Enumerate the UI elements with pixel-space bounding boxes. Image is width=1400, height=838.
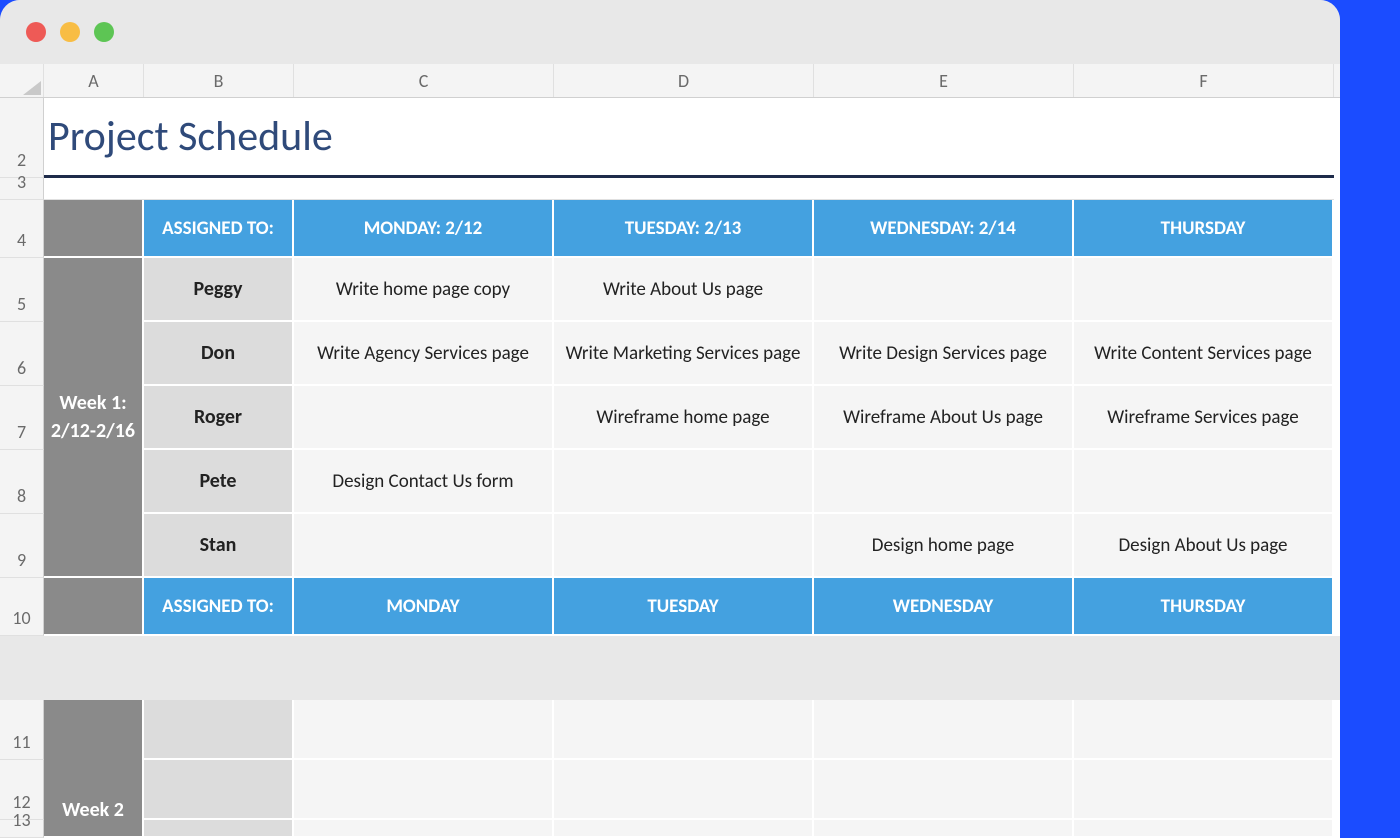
cell-stan-mon[interactable]: [294, 514, 554, 578]
week2-cell-1-mon[interactable]: [294, 700, 554, 760]
row-header-11[interactable]: 11: [0, 700, 44, 760]
assignee-stan[interactable]: Stan: [144, 514, 294, 578]
week2-cell-3-tue[interactable]: [554, 820, 814, 838]
assignee-peggy[interactable]: Peggy: [144, 258, 294, 322]
row-header-7[interactable]: 7: [0, 386, 44, 450]
week2-label[interactable]: Week 2: [44, 700, 144, 838]
cell-peggy-mon[interactable]: Write home page copy: [294, 258, 554, 322]
row-header-9[interactable]: 9: [0, 514, 44, 578]
week2-header-assigned[interactable]: ASSIGNED TO:: [144, 578, 294, 636]
spreadsheet: A B C D E F 2 Project Schedule 3 4 ASSIG…: [0, 64, 1340, 636]
week2-header-wed[interactable]: WEDNESDAY: [814, 578, 1074, 636]
cell-roger-mon[interactable]: [294, 386, 554, 450]
week2-cell-1-thu[interactable]: [1074, 700, 1334, 760]
column-header-b[interactable]: B: [144, 64, 294, 97]
cell-don-thu[interactable]: Write Content Services page: [1074, 322, 1334, 386]
cell-stan-thu[interactable]: Design About Us page: [1074, 514, 1334, 578]
week2-header-tue[interactable]: TUESDAY: [554, 578, 814, 636]
cell-peggy-wed[interactable]: [814, 258, 1074, 322]
week2-header-mon[interactable]: MONDAY: [294, 578, 554, 636]
week1-header-tue[interactable]: TUESDAY: 2/13: [554, 200, 814, 258]
cell-stan-wed[interactable]: Design home page: [814, 514, 1074, 578]
week2-cell-2-thu[interactable]: [1074, 760, 1334, 820]
column-header-a[interactable]: A: [44, 64, 144, 97]
week2-assignee-1[interactable]: [144, 700, 294, 760]
spacer-row[interactable]: [44, 178, 1334, 200]
select-all-corner[interactable]: [0, 64, 44, 97]
column-header-f[interactable]: F: [1074, 64, 1334, 97]
cell-pete-mon[interactable]: Design Contact Us form: [294, 450, 554, 514]
week1-header-assigned[interactable]: ASSIGNED TO:: [144, 200, 294, 258]
week1-corner-blank[interactable]: [44, 200, 144, 258]
app-window: A B C D E F 2 Project Schedule 3 4 ASSIG…: [0, 0, 1340, 700]
week2-cell-2-tue[interactable]: [554, 760, 814, 820]
minimize-icon[interactable]: [60, 22, 80, 42]
week2-cell-2-mon[interactable]: [294, 760, 554, 820]
week2-corner-blank[interactable]: [44, 578, 144, 636]
row-header-8[interactable]: 8: [0, 450, 44, 514]
cell-roger-thu[interactable]: Wireframe Services page: [1074, 386, 1334, 450]
spreadsheet-overflow: 11 Week 2 12 13: [0, 700, 1340, 838]
week2-cell-3-mon[interactable]: [294, 820, 554, 838]
cell-peggy-thu[interactable]: [1074, 258, 1334, 322]
week2-cell-1-tue[interactable]: [554, 700, 814, 760]
week1-header-wed[interactable]: WEDNESDAY: 2/14: [814, 200, 1074, 258]
cell-pete-thu[interactable]: [1074, 450, 1334, 514]
row-header-10[interactable]: 10: [0, 578, 44, 636]
week1-header-thu[interactable]: THURSDAY: [1074, 200, 1334, 258]
cell-don-wed[interactable]: Write Design Services page: [814, 322, 1074, 386]
row-header-6[interactable]: 6: [0, 322, 44, 386]
week1-header-mon[interactable]: MONDAY: 2/12: [294, 200, 554, 258]
cell-pete-tue[interactable]: [554, 450, 814, 514]
week2-cell-1-wed[interactable]: [814, 700, 1074, 760]
row-header-13[interactable]: 13: [0, 820, 44, 838]
cell-don-mon[interactable]: Write Agency Services page: [294, 322, 554, 386]
week2-cell-3-wed[interactable]: [814, 820, 1074, 838]
window-titlebar: [0, 0, 1340, 64]
assignee-pete[interactable]: Pete: [144, 450, 294, 514]
cell-roger-tue[interactable]: Wireframe home page: [554, 386, 814, 450]
row-header-2[interactable]: 2: [0, 98, 44, 178]
column-header-d[interactable]: D: [554, 64, 814, 97]
column-header-e[interactable]: E: [814, 64, 1074, 97]
week2-cell-3-thu[interactable]: [1074, 820, 1334, 838]
week2-header-thu[interactable]: THURSDAY: [1074, 578, 1334, 636]
cell-pete-wed[interactable]: [814, 450, 1074, 514]
assignee-don[interactable]: Don: [144, 322, 294, 386]
cell-peggy-tue[interactable]: Write About Us page: [554, 258, 814, 322]
column-header-c[interactable]: C: [294, 64, 554, 97]
week2-cell-2-wed[interactable]: [814, 760, 1074, 820]
row-header-5[interactable]: 5: [0, 258, 44, 322]
week1-label[interactable]: Week 1: 2/12-2/16: [44, 258, 144, 578]
cell-stan-tue[interactable]: [554, 514, 814, 578]
week2-assignee-2[interactable]: [144, 760, 294, 820]
column-header-row: A B C D E F: [0, 64, 1340, 98]
maximize-icon[interactable]: [94, 22, 114, 42]
spreadsheet-grid: 2 Project Schedule 3 4 ASSIGNED TO: MOND…: [0, 98, 1340, 636]
page-title[interactable]: Project Schedule: [44, 98, 1334, 178]
row-header-4[interactable]: 4: [0, 200, 44, 258]
cell-don-tue[interactable]: Write Marketing Services page: [554, 322, 814, 386]
cell-roger-wed[interactable]: Wireframe About Us page: [814, 386, 1074, 450]
row-header-3[interactable]: 3: [0, 178, 44, 200]
assignee-roger[interactable]: Roger: [144, 386, 294, 450]
close-icon[interactable]: [26, 22, 46, 42]
week2-assignee-3[interactable]: [144, 820, 294, 838]
